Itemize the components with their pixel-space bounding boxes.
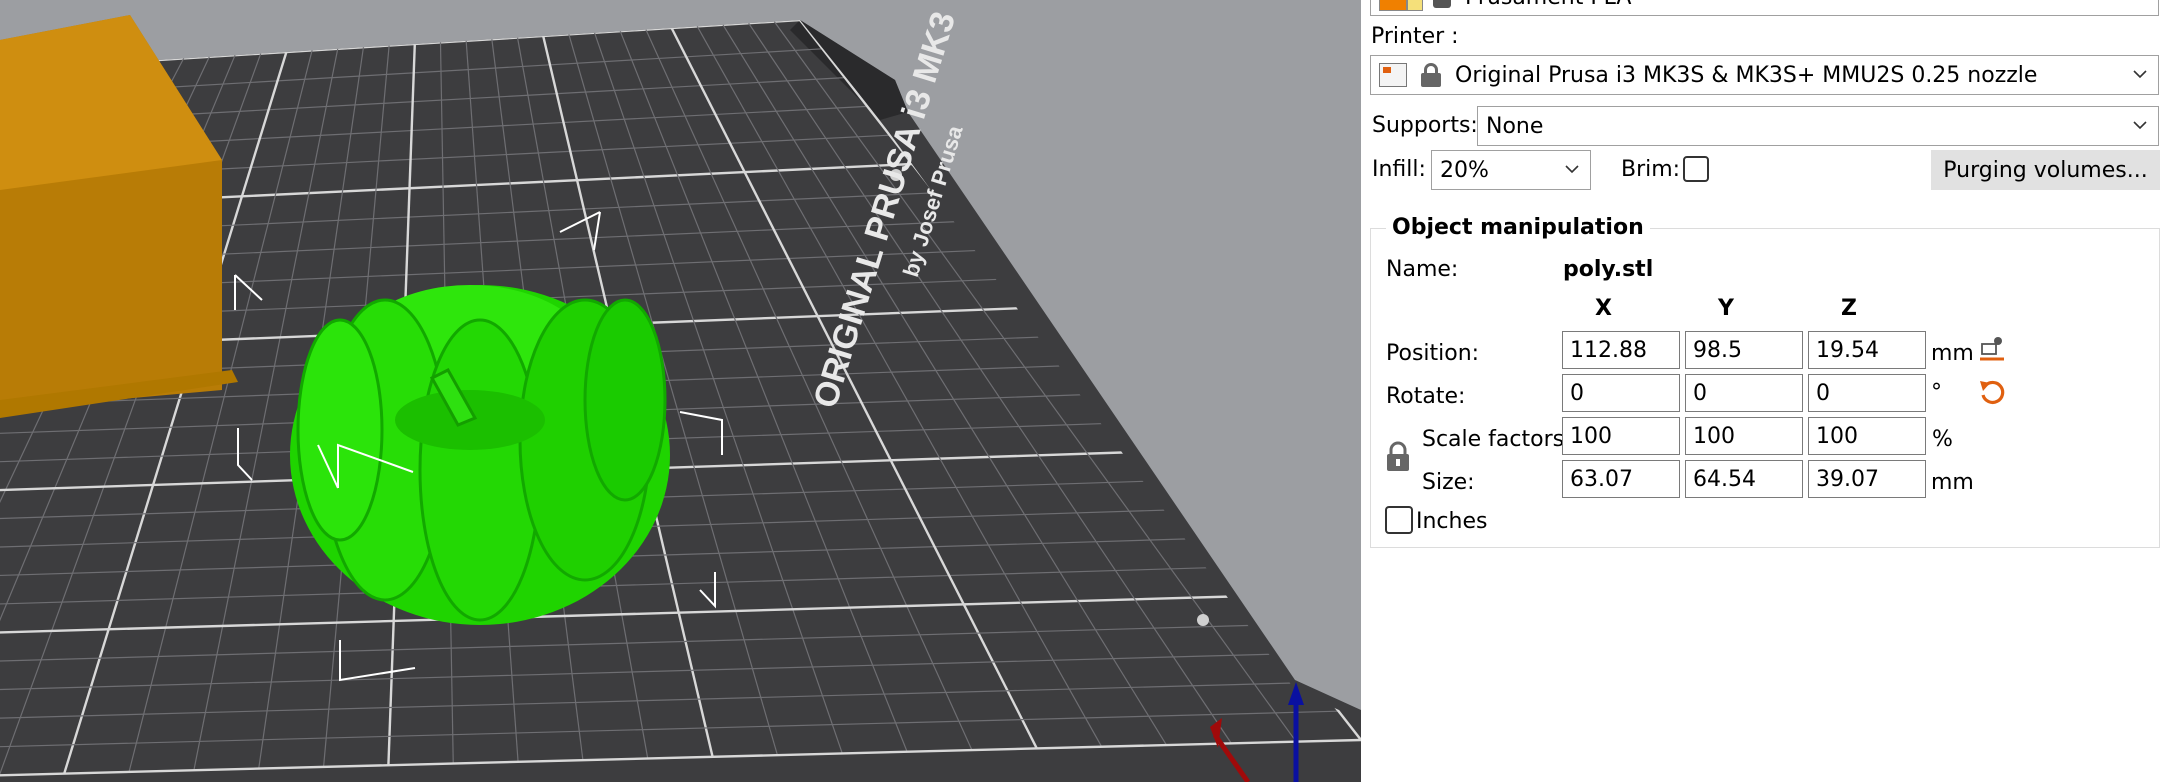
infill-label: Infill: — [1372, 157, 1426, 182]
header-z: Z — [1841, 296, 1857, 321]
size-y-input[interactable]: 64.54 — [1685, 460, 1803, 498]
brim-label: Brim: — [1621, 157, 1681, 182]
header-x: X — [1595, 296, 1612, 321]
size-x-input[interactable]: 63.07 — [1562, 460, 1680, 498]
size-z-input[interactable]: 39.07 — [1808, 460, 1926, 498]
chevron-down-icon — [2133, 70, 2147, 79]
rotate-label: Rotate: — [1386, 384, 1466, 409]
header-y: Y — [1718, 296, 1734, 321]
bed-hole — [1197, 614, 1209, 626]
size-unit: mm — [1931, 470, 1974, 495]
name-label: Name: — [1386, 257, 1459, 282]
position-x-input[interactable]: 112.88 — [1562, 331, 1680, 369]
inches-checkbox[interactable] — [1385, 506, 1413, 534]
printer-icon — [1379, 63, 1407, 87]
rotate-x-input[interactable]: 0 — [1562, 374, 1680, 412]
object-name: poly.stl — [1563, 257, 1654, 282]
viewport-scene: ORIGINAL PRUSA i3 MK3 by Josef Prusa — [0, 7, 1361, 782]
infill-value: 20% — [1440, 157, 1489, 183]
scale-label: Scale factors: — [1422, 427, 1572, 452]
supports-value: None — [1486, 113, 1544, 139]
chevron-down-icon — [2133, 121, 2147, 130]
position-z-input[interactable]: 19.54 — [1808, 331, 1926, 369]
scale-unit: % — [1932, 427, 1953, 452]
filament-value: Prusament PLA — [1465, 0, 1631, 10]
chevron-down-icon — [1565, 165, 1579, 174]
lock-icon[interactable] — [1385, 441, 1411, 473]
3d-viewport[interactable]: ORIGINAL PRUSA i3 MK3 by Josef Prusa — [0, 0, 1361, 782]
filament-combo[interactable]: Prusament PLA — [1370, 0, 2159, 16]
pumpkin-object[interactable] — [290, 285, 670, 625]
scale-y-input[interactable]: 100 — [1685, 417, 1803, 455]
scale-x-input[interactable]: 100 — [1562, 417, 1680, 455]
drop-to-bed-icon[interactable] — [1979, 335, 2005, 363]
reset-rotation-icon[interactable] — [1977, 377, 2007, 407]
lock-icon — [1433, 0, 1451, 8]
inches-label: Inches — [1416, 509, 1488, 534]
settings-panel: Prusament PLA Printer : Original Prusa i… — [1361, 0, 2160, 782]
printer-label: Printer : — [1371, 24, 1459, 49]
filament-swatch-2 — [1407, 0, 1423, 11]
position-y-input[interactable]: 98.5 — [1685, 331, 1803, 369]
infill-combo[interactable]: 20% — [1431, 150, 1591, 190]
brim-checkbox[interactable] — [1683, 156, 1709, 182]
printer-combo[interactable]: Original Prusa i3 MK3S & MK3S+ MMU2S 0.2… — [1370, 55, 2159, 95]
position-label: Position: — [1386, 341, 1480, 366]
supports-combo[interactable]: None — [1477, 106, 2159, 146]
supports-label: Supports: — [1372, 113, 1478, 138]
purging-volumes-button[interactable]: Purging volumes... — [1931, 150, 2160, 190]
lock-icon — [1421, 63, 1441, 87]
rotate-unit: ° — [1931, 380, 1942, 405]
printer-value: Original Prusa i3 MK3S & MK3S+ MMU2S 0.2… — [1455, 62, 2038, 88]
scale-z-input[interactable]: 100 — [1808, 417, 1926, 455]
object-manipulation-title: Object manipulation — [1386, 215, 1650, 240]
filament-swatch — [1379, 0, 1407, 11]
rotate-y-input[interactable]: 0 — [1685, 374, 1803, 412]
size-label: Size: — [1422, 470, 1475, 495]
position-unit: mm — [1931, 341, 1974, 366]
rotate-z-input[interactable]: 0 — [1808, 374, 1926, 412]
